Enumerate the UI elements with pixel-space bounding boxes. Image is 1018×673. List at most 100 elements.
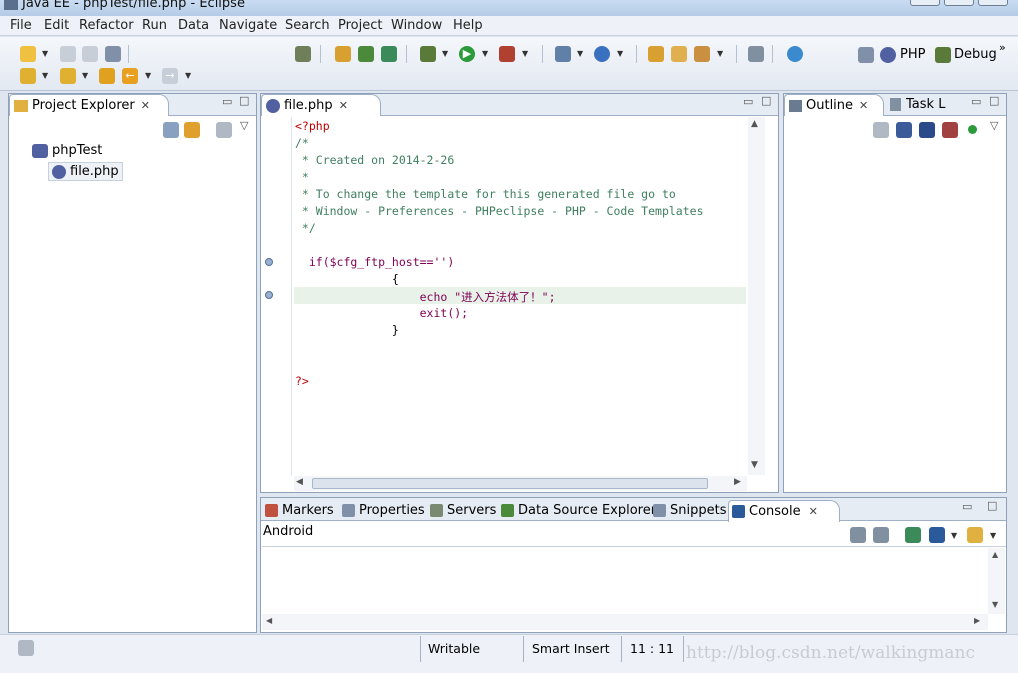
chevron-down-icon[interactable]: ▼ [42, 49, 48, 58]
menu-navigate[interactable]: Navigate [219, 18, 277, 33]
maximize-view-icon[interactable]: □ [989, 94, 999, 107]
forward-icon[interactable]: → [162, 68, 178, 84]
scroll-up-icon[interactable]: ▲ [751, 119, 758, 129]
chevron-down-icon[interactable]: ▼ [717, 49, 723, 58]
web-browser-icon[interactable] [594, 46, 610, 62]
scroll-lock-icon[interactable] [873, 527, 889, 543]
tab-task-list[interactable]: Task L [890, 97, 945, 112]
new-file-icon[interactable] [381, 46, 397, 62]
fast-view-icon[interactable] [18, 640, 34, 656]
menu-help[interactable]: Help [453, 18, 483, 33]
scroll-up-icon[interactable]: ▲ [992, 550, 998, 559]
tab-outline[interactable]: Outline ✕ [784, 94, 884, 116]
previous-annotation-icon[interactable] [60, 68, 76, 84]
console-horizontal-scrollbar[interactable]: ◀ ▶ [262, 614, 988, 630]
tab-snippets[interactable]: Snippets [650, 500, 726, 522]
next-annotation-icon[interactable] [20, 68, 36, 84]
chevron-down-icon[interactable]: ▼ [617, 49, 623, 58]
chevron-down-icon[interactable]: ▼ [42, 71, 48, 80]
view-menu-icon[interactable] [873, 122, 889, 138]
breakpoint-marker-icon[interactable] [265, 258, 273, 266]
scroll-left-icon[interactable]: ◀ [266, 616, 272, 625]
new-project-icon[interactable] [335, 46, 351, 62]
deploy-icon[interactable] [295, 46, 311, 62]
chevron-down-icon[interactable]: ▼ [577, 49, 583, 58]
console-vertical-scrollbar[interactable]: ▲ ▼ [988, 548, 1005, 614]
tab-servers[interactable]: Servers [427, 500, 496, 522]
globe-icon[interactable] [787, 46, 803, 62]
link-editor-icon[interactable] [184, 122, 200, 138]
back-icon[interactable]: ← [122, 68, 138, 84]
menu-search[interactable]: Search [285, 18, 330, 33]
clear-console-icon[interactable] [850, 527, 866, 543]
maximize-view-icon[interactable]: □ [239, 94, 249, 107]
tab-file-php[interactable]: file.php ✕ [261, 94, 381, 116]
folder-icon[interactable] [671, 46, 687, 62]
breakpoint-marker-icon[interactable] [265, 291, 273, 299]
chevron-down-icon[interactable]: ▼ [990, 531, 996, 540]
print-icon[interactable] [105, 46, 121, 62]
chevron-down-icon[interactable]: ▽ [240, 119, 248, 132]
menu-project[interactable]: Project [338, 18, 382, 33]
new-icon[interactable] [20, 46, 36, 62]
scroll-right-icon[interactable]: ▶ [974, 616, 980, 625]
menu-data[interactable]: Data [178, 18, 209, 33]
menu-edit[interactable]: Edit [44, 18, 69, 33]
tab-markers[interactable]: Markers [262, 500, 334, 522]
chevron-down-icon[interactable]: ▼ [522, 49, 528, 58]
close-icon[interactable]: ✕ [809, 505, 818, 518]
menu-refactor[interactable]: Refactor [79, 18, 134, 33]
tab-console[interactable]: Console ✕ [728, 500, 840, 522]
collapse-all-icon[interactable] [163, 122, 179, 138]
chevron-down-icon[interactable]: ▽ [990, 119, 998, 132]
maximize-view-icon[interactable]: □ [761, 94, 771, 107]
scroll-down-icon[interactable]: ▼ [992, 600, 998, 609]
tab-data-source-explorer[interactable]: Data Source Explorer [498, 500, 656, 522]
close-button[interactable] [978, 0, 1008, 6]
save-all-icon[interactable] [82, 46, 98, 62]
maximize-button[interactable] [944, 0, 974, 6]
hide-non-public-icon[interactable] [968, 125, 977, 134]
save-icon[interactable] [60, 46, 76, 62]
menu-window[interactable]: Window [391, 18, 442, 33]
open-folder-icon[interactable] [648, 46, 664, 62]
sort-icon[interactable] [896, 122, 912, 138]
open-type-icon[interactable] [555, 46, 571, 62]
horizontal-scroll-thumb[interactable] [312, 478, 708, 489]
chevron-down-icon[interactable]: ▼ [185, 71, 191, 80]
minimize-view-icon[interactable]: ▭ [743, 95, 753, 108]
debug-perspective-icon[interactable] [935, 47, 951, 63]
php-perspective-label[interactable]: PHP [900, 47, 925, 62]
hide-static-icon[interactable] [942, 122, 958, 138]
hide-fields-icon[interactable] [919, 122, 935, 138]
run-external-icon[interactable] [499, 46, 515, 62]
chevron-down-icon[interactable]: ▼ [145, 71, 151, 80]
scroll-right-icon[interactable]: ▶ [734, 477, 741, 487]
debug-icon[interactable] [420, 46, 436, 62]
menu-run[interactable]: Run [142, 18, 167, 33]
close-icon[interactable]: ✕ [859, 99, 868, 112]
tab-properties[interactable]: Properties [339, 500, 425, 522]
chevron-down-icon[interactable]: ▼ [951, 531, 957, 540]
new-class-icon[interactable] [358, 46, 374, 62]
horizontal-scrollbar[interactable]: ◀ ▶ [294, 476, 747, 491]
code-area[interactable]: <?php /* * Created on 2014-2-26 * * To c… [294, 117, 746, 475]
more-perspectives-icon[interactable]: » [999, 41, 1006, 54]
display-console-icon[interactable] [929, 527, 945, 543]
menu-file[interactable]: File [10, 18, 32, 33]
scroll-left-icon[interactable]: ◀ [296, 477, 303, 487]
minimize-view-icon[interactable]: ▭ [222, 95, 232, 108]
open-perspective-icon[interactable] [858, 47, 874, 63]
minimize-view-icon[interactable]: ▭ [962, 500, 972, 513]
chevron-down-icon[interactable]: ▼ [82, 71, 88, 80]
scroll-down-icon[interactable]: ▼ [751, 460, 758, 470]
minimize-view-icon[interactable]: ▭ [971, 95, 981, 108]
view-menu-icon[interactable] [216, 122, 232, 138]
last-edit-icon[interactable] [99, 68, 115, 84]
vertical-scrollbar[interactable]: ▲ ▼ [748, 117, 765, 475]
debug-perspective-label[interactable]: Debug [954, 47, 997, 62]
maximize-view-icon[interactable]: □ [987, 499, 997, 512]
php-perspective-icon[interactable] [880, 47, 896, 63]
chevron-down-icon[interactable]: ▼ [482, 49, 488, 58]
pin-console-icon[interactable] [905, 527, 921, 543]
